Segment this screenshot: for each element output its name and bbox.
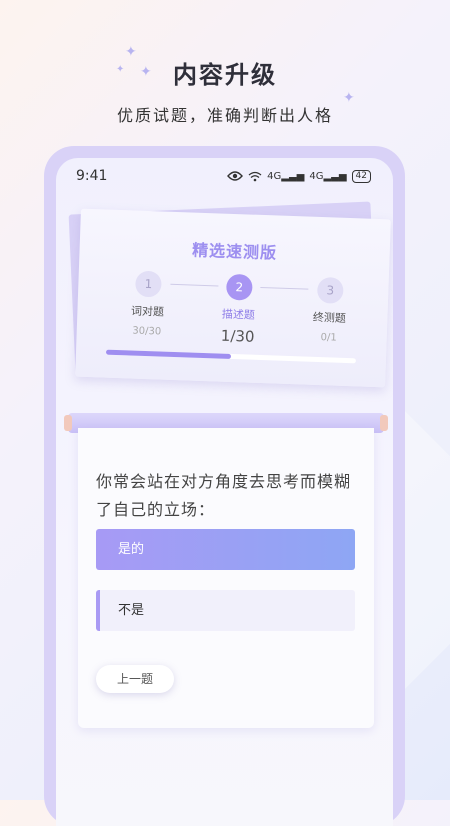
prev-question-button[interactable]: 上一题 [96,665,174,693]
option-yes[interactable]: 是的 [96,529,355,570]
step-count: 1/30 [220,326,255,346]
headline-subtitle: 优质试题，准确判断出人格 [116,106,333,125]
eye-icon [227,171,244,181]
step-count: 30/30 [132,325,162,338]
status-time: 9:41 [76,168,108,184]
step-name: 描述题 [221,307,256,322]
status-icons: 4G▂▃▅ 4G▂▃▅ 42 [227,169,371,183]
signal-icon: 4G▂▃▅ [309,170,347,182]
question-text: 你常会站在对方角度去思考而模糊了自己的立场： [96,472,352,519]
step-3: 3 终测题 0/1 [298,276,360,344]
scroll-knob [64,415,72,431]
step-number: 3 [316,276,344,304]
battery-icon: 42 [351,169,371,183]
wifi-icon [248,171,262,181]
scroll-knob [380,415,388,431]
step-indicator: 1 词对题 30/30 2 描述题 1/30 3 终测题 0/1 [76,269,388,350]
phone-frame: 9:41 4G▂▃▅ 4G▂▃▅ 42 精选速测版 1 词对题 30/30 2 … [44,146,405,826]
step-1: 1 词对题 30/30 [117,270,179,338]
step-2: 2 描述题 1/30 [207,273,269,346]
step-count: 0/1 [320,332,337,344]
status-bar: 9:41 4G▂▃▅ 4G▂▃▅ 42 [76,166,371,186]
step-number: 1 [134,270,162,298]
signal-icon: 4G▂▃▅ [267,170,305,182]
option-no[interactable]: 不是 [96,590,355,631]
progress-bar [105,349,356,364]
card-title: 精选速测版 [191,240,278,263]
headline: 内容升级 优质试题，准确判断出人格 [0,55,450,126]
progress-fill [105,349,232,359]
step-number: 2 [225,273,253,301]
headline-title: 内容升级 [173,61,277,89]
phone-screen: 9:41 4G▂▃▅ 4G▂▃▅ 42 精选速测版 1 词对题 30/30 2 … [56,158,393,826]
step-name: 词对题 [130,304,165,319]
step-name: 终测题 [312,310,347,325]
question-paper: 你常会站在对方角度去思考而模糊了自己的立场： 是的 不是 上一题 [78,428,374,728]
progress-card: 精选速测版 1 词对题 30/30 2 描述题 1/30 3 终测题 0/1 [75,208,391,388]
